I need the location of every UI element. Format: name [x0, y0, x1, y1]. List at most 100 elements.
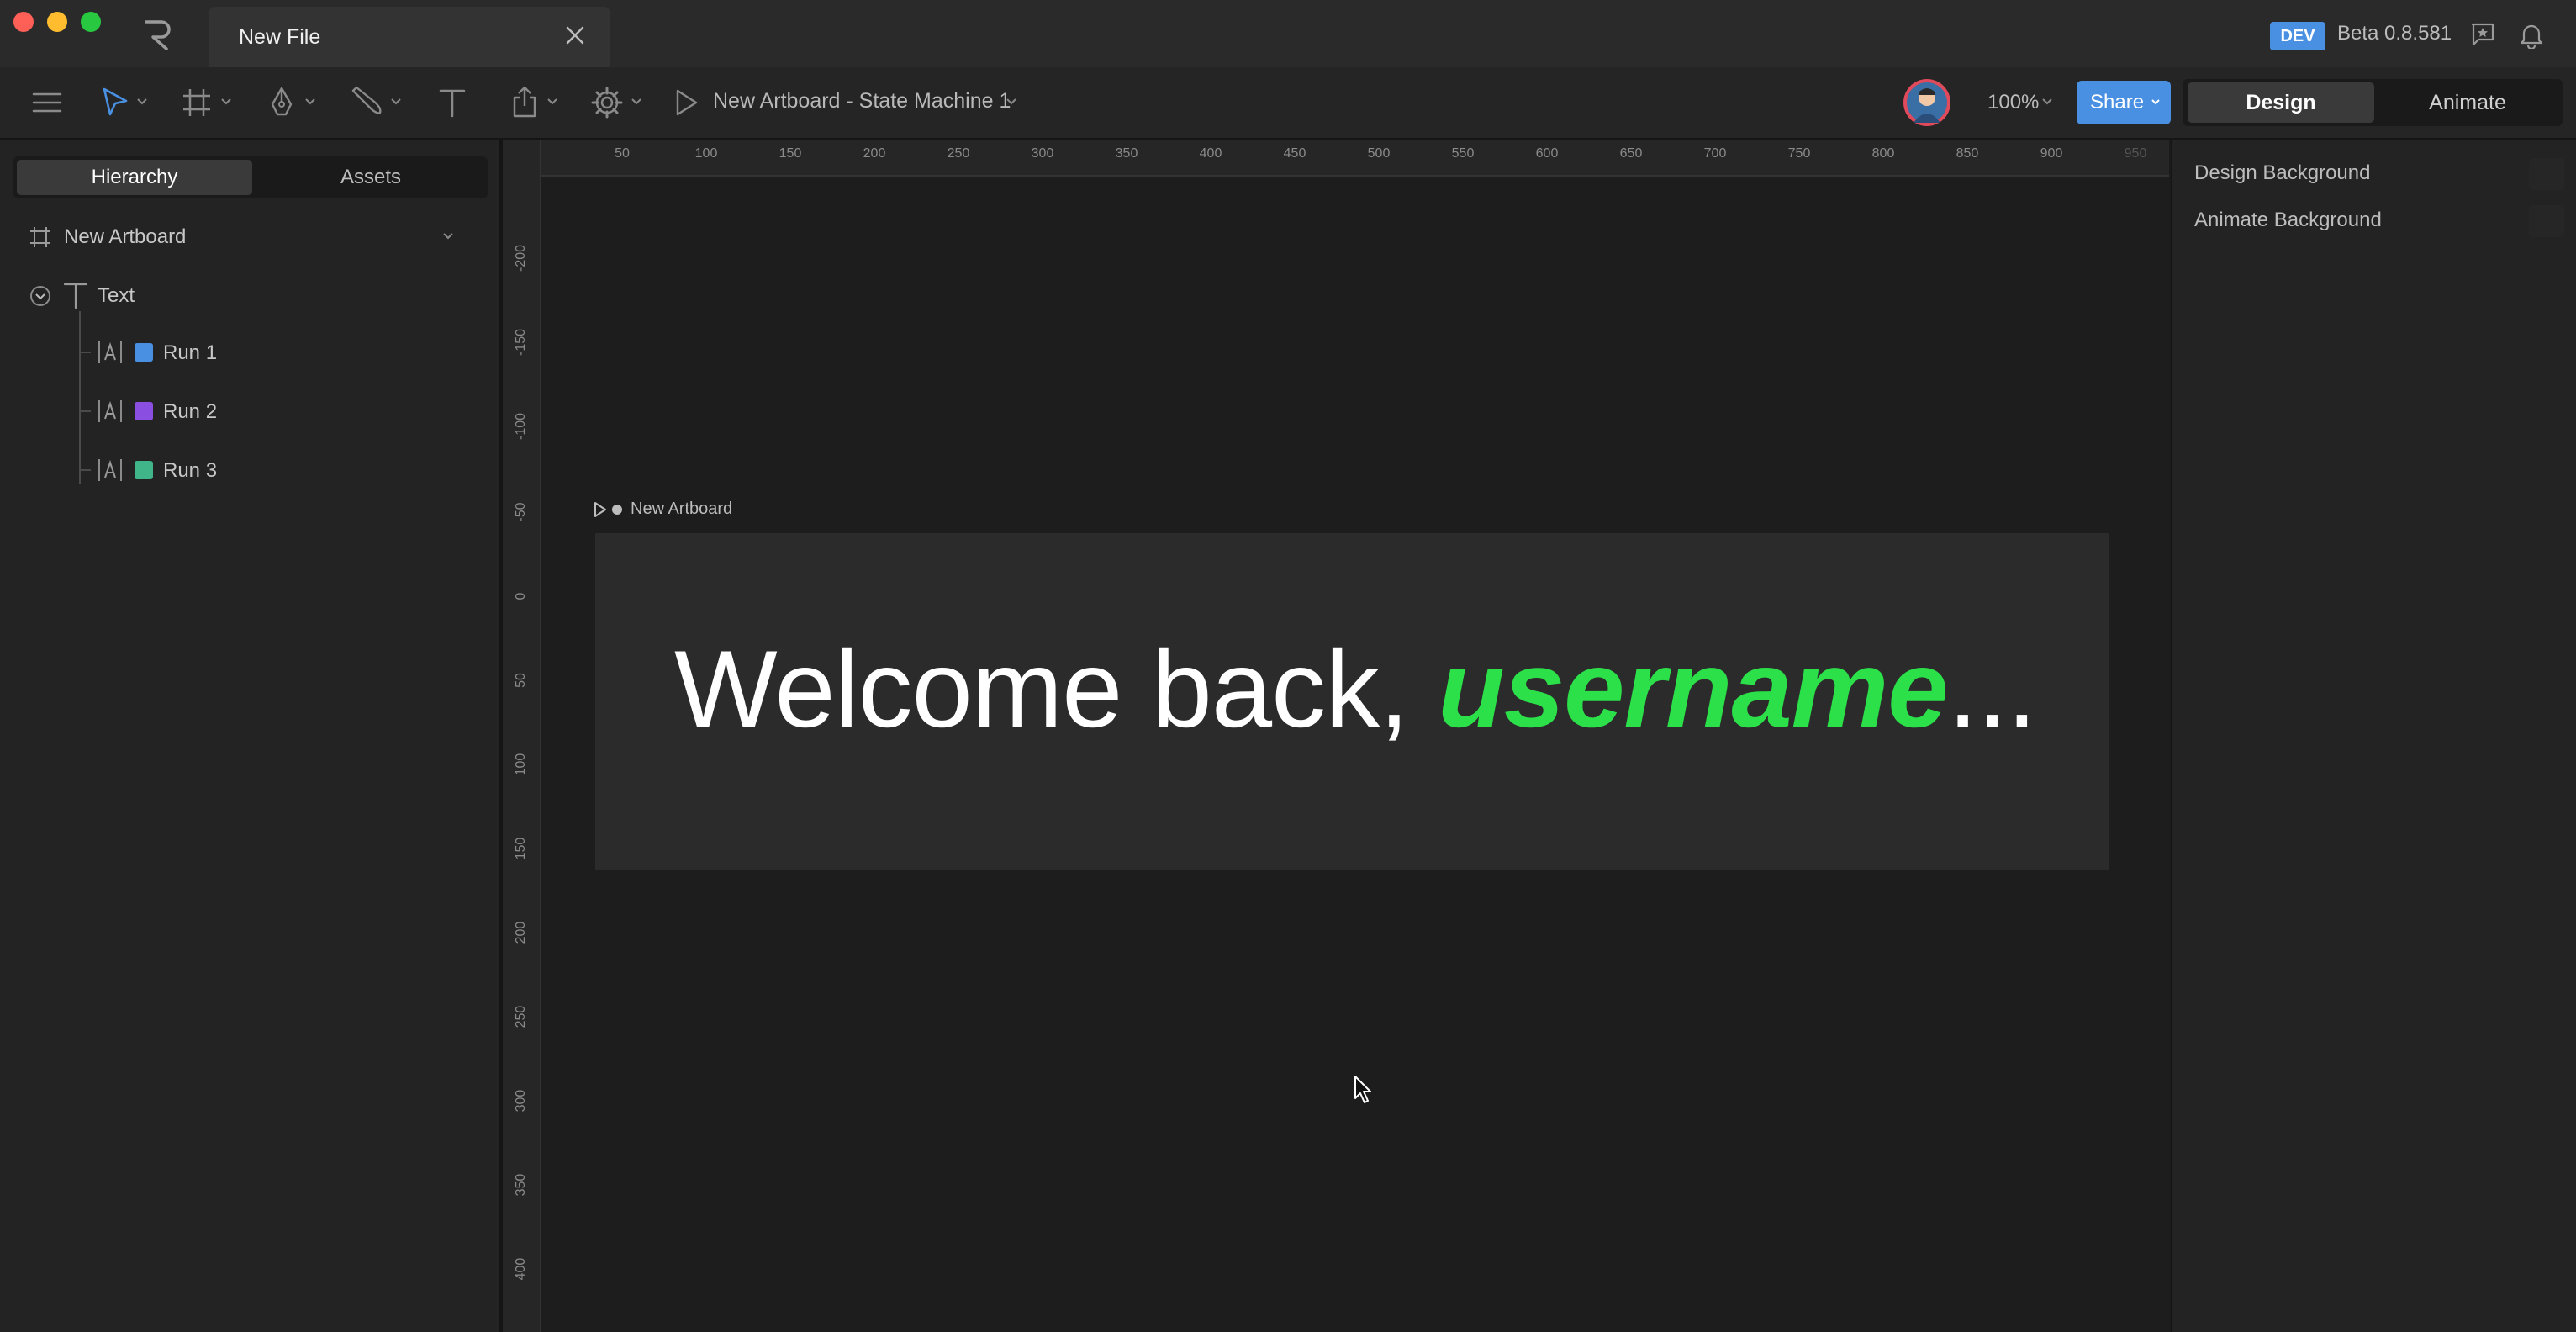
status-dot-icon	[612, 505, 622, 515]
ruler-tick: 300	[514, 1089, 528, 1113]
ruler-tick: -100	[514, 412, 528, 440]
share-button-label: Share	[2090, 91, 2145, 114]
chevron-down-icon[interactable]	[136, 98, 148, 106]
ruler-tick: 850	[1956, 146, 1979, 161]
hierarchy-panel: Hierarchy Assets New Artboard Text Run 1	[0, 140, 503, 1332]
play-icon[interactable]	[674, 86, 699, 119]
play-icon[interactable]	[594, 501, 607, 518]
ruler-tick: 250	[514, 1005, 528, 1028]
version-label: Beta 0.8.581	[2337, 22, 2452, 45]
tree-connector	[79, 311, 81, 484]
avatar[interactable]	[1903, 79, 1950, 126]
chevron-down-icon[interactable]	[2041, 98, 2053, 106]
ruler-tick: 350	[514, 1173, 528, 1197]
menu-icon[interactable]	[32, 86, 62, 119]
ruler-tick: 700	[1703, 146, 1727, 161]
artboard-tool-icon[interactable]	[182, 86, 212, 119]
ruler-corner	[503, 140, 540, 175]
ruler-tick: 450	[1283, 146, 1306, 161]
animate-background-swatch[interactable]	[2529, 205, 2564, 237]
run-name: Run 3	[163, 459, 218, 482]
text-run-icon	[98, 459, 122, 481]
artboard-icon	[30, 227, 50, 247]
canvas[interactable]: 50 100 150 200 250 300 350 400 450 500 5…	[503, 140, 2169, 1332]
ruler-tick: 200	[514, 921, 528, 944]
ruler-tick: 250	[947, 146, 970, 161]
hierarchy-run-row[interactable]: Run 3	[98, 454, 451, 488]
run-color-swatch	[135, 402, 153, 420]
text-run-3: ...	[1947, 627, 2037, 750]
chevron-down-icon[interactable]	[546, 98, 558, 106]
tree-connector	[79, 352, 91, 353]
shape-tool-icon[interactable]	[350, 86, 383, 119]
ruler-tick: 100	[514, 753, 528, 776]
ruler-tick: 200	[863, 146, 886, 161]
hierarchy-text-row[interactable]: Text	[29, 279, 466, 313]
window-minimize-button[interactable]	[47, 12, 67, 32]
share-button[interactable]: Share	[2077, 81, 2171, 124]
chevron-down-icon[interactable]	[220, 98, 232, 106]
text-run-icon	[98, 400, 122, 422]
animate-mode-tab[interactable]: Animate	[2378, 82, 2558, 123]
chevron-down-icon[interactable]	[442, 232, 454, 240]
text-layer-icon	[63, 283, 88, 309]
design-mode-tab[interactable]: Design	[2188, 82, 2374, 123]
ruler-tick: 300	[1031, 146, 1054, 161]
ruler-tick: -150	[514, 328, 528, 356]
text-run-1: Welcome back,	[674, 627, 1438, 750]
ruler-tick: 50	[514, 673, 528, 688]
notifications-bell-icon[interactable]	[2519, 22, 2544, 49]
tree-connector	[79, 410, 91, 412]
chevron-down-icon[interactable]	[304, 98, 316, 106]
ruler-tick: -50	[514, 502, 528, 522]
ruler-tick: 800	[1871, 146, 1895, 161]
chevron-down-icon[interactable]	[631, 98, 642, 106]
design-background-label: Design Background	[2194, 161, 2371, 184]
artboard-title: New Artboard	[631, 500, 733, 518]
state-machine-selector[interactable]: New Artboard - State Machine 1	[713, 89, 1011, 114]
hierarchy-run-row[interactable]: Run 2	[98, 395, 451, 429]
feedback-icon[interactable]	[2470, 22, 2495, 47]
ruler-tick: 650	[1619, 146, 1643, 161]
tree-connector	[79, 469, 91, 471]
design-background-swatch[interactable]	[2529, 158, 2564, 190]
ruler-tick: 400	[514, 1257, 528, 1281]
settings-gear-icon[interactable]	[590, 86, 624, 119]
window-close-button[interactable]	[13, 12, 34, 32]
export-icon[interactable]	[509, 86, 540, 119]
run-color-swatch	[135, 343, 153, 362]
pen-tool-icon[interactable]	[267, 86, 296, 119]
mouse-cursor-icon	[1354, 1076, 1371, 1103]
window-maximize-button[interactable]	[81, 12, 101, 32]
file-tab[interactable]: New File	[209, 7, 610, 67]
ruler-tick: 100	[694, 146, 718, 161]
tab-hierarchy[interactable]: Hierarchy	[17, 160, 252, 195]
run-name: Run 1	[163, 341, 218, 364]
ruler-tick: 550	[1451, 146, 1475, 161]
zoom-level[interactable]: 100%	[1987, 91, 2039, 114]
rive-logo-icon[interactable]	[143, 18, 173, 52]
chevron-down-icon[interactable]	[1006, 98, 1017, 106]
tab-assets[interactable]: Assets	[257, 160, 484, 195]
ruler-vertical[interactable]	[503, 140, 541, 1332]
select-tool-icon[interactable]	[101, 86, 129, 119]
artboard[interactable]: Welcome back, username...	[595, 533, 2109, 870]
chevron-down-icon[interactable]	[390, 98, 402, 106]
hierarchy-run-row[interactable]: Run 1	[98, 336, 451, 370]
ruler-tick: 950	[2124, 146, 2147, 161]
chevron-down-icon	[2151, 99, 2160, 105]
panel-tabs: Hierarchy Assets	[13, 156, 488, 198]
mode-switch: Design Animate	[2183, 79, 2563, 126]
text-tool-icon[interactable]	[437, 86, 467, 119]
welcome-text[interactable]: Welcome back, username...	[674, 626, 2037, 752]
ruler-tick: -200	[514, 244, 528, 272]
ruler-tick: 400	[1199, 146, 1222, 161]
text-node-name: Text	[98, 284, 135, 307]
ruler-tick: 150	[514, 837, 528, 860]
toolbar: New Artboard - State Machine 1 100% Shar…	[0, 67, 2576, 140]
inspector-panel: Design Background Animate Background	[2171, 140, 2576, 1332]
hierarchy-artboard-row[interactable]: New Artboard	[29, 220, 466, 254]
ruler-tick: 600	[1535, 146, 1559, 161]
close-icon[interactable]	[563, 24, 587, 47]
collapse-toggle-icon[interactable]	[29, 284, 52, 308]
